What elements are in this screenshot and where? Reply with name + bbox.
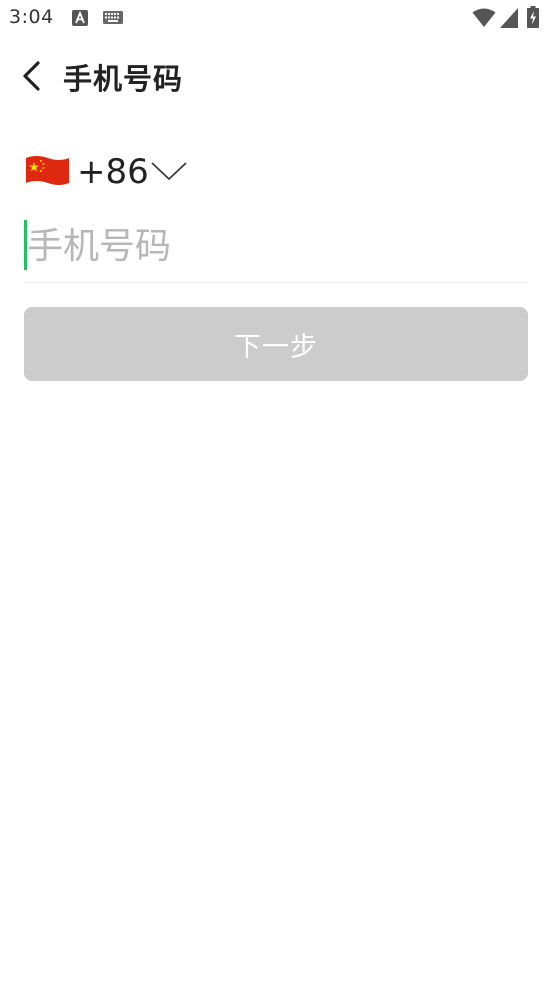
phone-number-input[interactable] bbox=[27, 219, 527, 273]
page-title: 手机号码 bbox=[63, 62, 184, 96]
cell-signal-icon bbox=[500, 8, 518, 28]
next-step-button[interactable]: 下一步 bbox=[24, 307, 528, 381]
keyboard-icon bbox=[103, 11, 123, 24]
phone-field bbox=[24, 215, 528, 283]
chevron-left-icon bbox=[23, 61, 40, 91]
chevron-down-icon bbox=[151, 162, 187, 181]
status-time: 3:04 bbox=[9, 6, 54, 28]
back-button[interactable] bbox=[12, 54, 52, 94]
china-flag-icon bbox=[26, 156, 69, 185]
country-code: +86 bbox=[77, 152, 149, 192]
wifi-icon bbox=[472, 8, 496, 27]
status-bar: 3:04 bbox=[0, 0, 552, 38]
toolbar: 手机号码 bbox=[0, 50, 552, 100]
battery-charging-icon bbox=[527, 6, 539, 28]
screen: 3:04 手机号码 +86 手机号码 下一步 bbox=[0, 0, 552, 983]
a-badge-icon bbox=[72, 10, 88, 26]
country-code-selector[interactable]: +86 bbox=[24, 148, 199, 198]
